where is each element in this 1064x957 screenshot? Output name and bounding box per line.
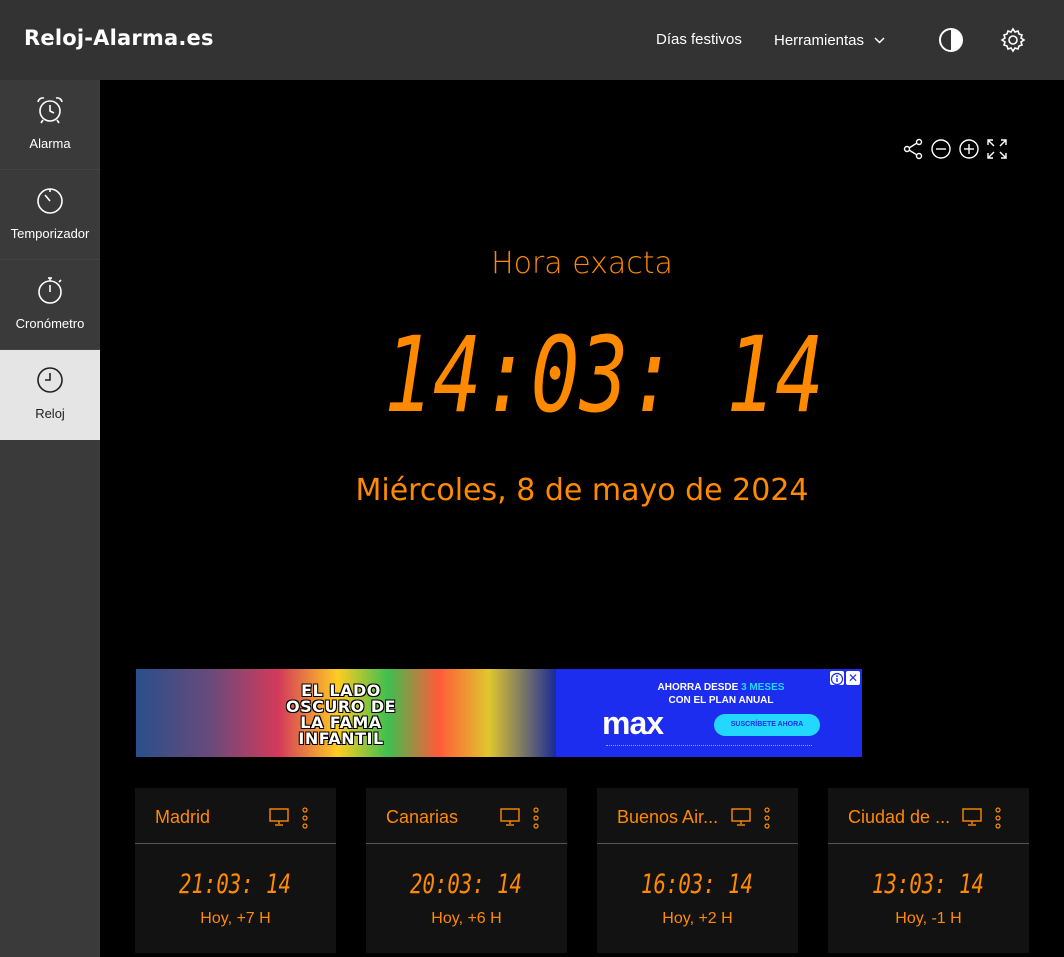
city-time: 20:03: 14 [410,869,522,896]
site-logo[interactable]: Reloj-Alarma.es [24,26,214,50]
sidebar-item-cronometro[interactable]: Cronómetro [0,260,100,350]
sidebar: Alarma Temporizador Cronómetro Reloj [0,80,100,957]
city-name[interactable]: Buenos Air... [617,807,727,828]
city-card-madrid: Madrid 21:03: 14 Hoy, +7 H [135,788,336,953]
nav-dias-festivos[interactable]: Días festivos [656,31,742,48]
chevron-down-icon [874,31,885,48]
city-card-canarias: Canarias 20:03: 14 Hoy, +6 H [366,788,567,953]
alarm-clock-icon [34,94,66,126]
city-name[interactable]: Ciudad de ... [848,807,958,828]
top-bar: Reloj-Alarma.es Días festivos Herramient… [0,0,1064,80]
sidebar-item-label: Alarma [29,136,71,151]
fullscreen-icon[interactable] [986,138,1008,160]
ad-title: EL LADO OSCURO DE LA FAMA INFANTIL [266,683,416,747]
sidebar-item-label: Cronómetro [15,316,85,331]
ad-title-line: INFANTIL [298,729,384,748]
city-offset: Hoy, +7 H [200,910,271,927]
city-time-text: 13:03: 14 [872,869,984,896]
monitor-icon[interactable] [962,808,982,826]
city-offset: Hoy, +2 H [662,910,733,927]
clock-icon [34,364,66,396]
ad-image: EL LADO OSCURO DE LA FAMA INFANTIL [136,669,556,757]
ad-banner[interactable]: EL LADO OSCURO DE LA FAMA INFANTIL AHORR… [136,669,862,757]
digital-clock-text: 14:03: 14 [384,325,824,425]
nav-herramientas[interactable]: Herramientas [774,31,885,49]
city-time: 21:03: 14 [179,869,291,896]
sidebar-item-reloj[interactable]: Reloj [0,350,100,440]
card-divider [366,843,567,844]
city-card-ciudad-de: Ciudad de ... 13:03: 14 Hoy, -1 H [828,788,1029,953]
ad-promo-highlight: 3 MESES [741,682,785,693]
monitor-icon[interactable] [500,808,520,826]
nav-herramientas-label: Herramientas [774,32,865,49]
digital-clock: 14:03: 14 [384,325,824,425]
city-time-text: 16:03: 14 [641,869,753,896]
city-card-buenos-aires: Buenos Air... 16:03: 14 Hoy, +2 H [597,788,798,953]
sidebar-item-label: Reloj [35,406,65,421]
more-options-icon[interactable] [301,806,309,830]
sidebar-item-alarma[interactable]: Alarma [0,80,100,170]
contrast-icon[interactable] [937,26,965,54]
more-options-icon[interactable] [763,806,771,830]
ad-fine-print [606,745,812,751]
zoom-out-icon[interactable] [930,138,952,160]
card-divider [597,843,798,844]
city-name[interactable]: Madrid [155,807,265,828]
zoom-in-icon[interactable] [958,138,980,160]
timer-icon [34,184,66,216]
card-divider [135,843,336,844]
city-offset: Hoy, -1 H [895,910,962,927]
main-content: Hora exacta 14:03: 14 Miércoles, 8 de ma… [100,80,1064,957]
city-name[interactable]: Canarias [386,807,496,828]
monitor-icon[interactable] [731,808,751,826]
city-time: 13:03: 14 [872,869,984,896]
sidebar-item-temporizador[interactable]: Temporizador [0,170,100,260]
more-options-icon[interactable] [532,806,540,830]
monitor-icon[interactable] [269,808,289,826]
city-time-text: 20:03: 14 [410,869,522,896]
ad-subscribe-button[interactable]: SUSCRÍBETE AHORA [714,714,820,736]
ad-promo-panel: AHORRA DESDE 3 MESES CON EL PLAN ANUAL m… [556,669,862,757]
ad-close-icon[interactable]: ✕ [846,671,860,685]
stopwatch-icon [34,274,66,306]
page-title: Hora exacta [491,246,673,281]
ad-promo-a: AHORRA DESDE [657,682,739,693]
city-time: 16:03: 14 [641,869,753,896]
sidebar-item-label: Temporizador [10,226,90,241]
card-divider [828,843,1029,844]
city-time-text: 21:03: 14 [179,869,291,896]
ad-info-icon[interactable] [830,671,844,686]
current-date: Miércoles, 8 de mayo de 2024 [355,473,809,508]
more-options-icon[interactable] [994,806,1002,830]
ad-promo-text: AHORRA DESDE 3 MESES CON EL PLAN ANUAL [606,681,836,707]
ad-brand-logo: max [602,705,664,741]
city-offset: Hoy, +6 H [431,910,502,927]
ad-promo-line2: CON EL PLAN ANUAL [668,695,774,706]
gear-icon[interactable] [999,26,1027,54]
share-icon[interactable] [902,138,924,160]
